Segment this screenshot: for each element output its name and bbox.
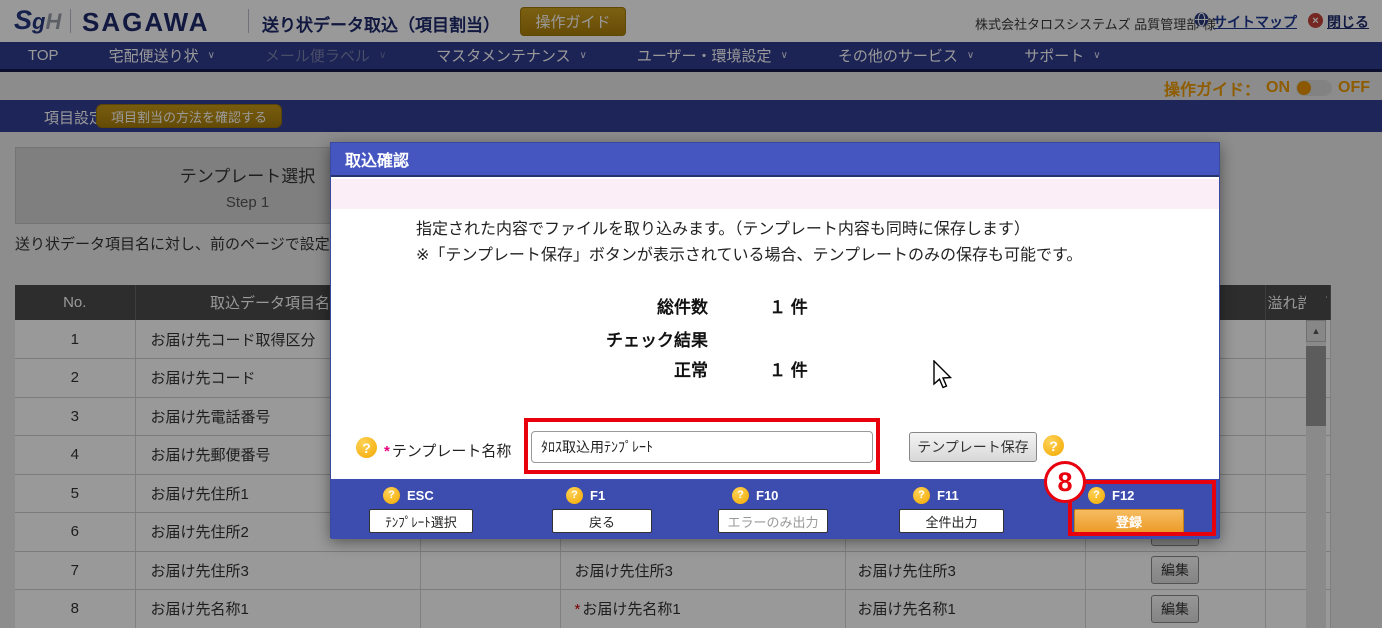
annotation-step-number: 8 — [1044, 461, 1086, 503]
help-icon[interactable]: ? — [913, 487, 930, 504]
function-key-group: ? F12 登録 — [1074, 484, 1184, 533]
dialog-message-strip — [331, 179, 1219, 209]
dialog-title: 取込確認 — [331, 143, 1219, 177]
required-asterisk: * — [384, 443, 390, 460]
footer-button-f10[interactable]: エラーのみ出力 — [718, 509, 828, 533]
help-icon[interactable]: ? — [732, 487, 749, 504]
function-key-label: F10 — [756, 488, 778, 503]
footer-button-f1[interactable]: 戻る — [552, 509, 652, 533]
function-key-label: ESC — [407, 488, 434, 503]
modal-footer: ? ESC ﾃﾝﾌﾟﾚｰﾄ選択? F1 戻る? F10 エラーのみ出力? F11 全件出力? F1… — [331, 479, 1219, 539]
footer-button-f12[interactable]: 登録 — [1074, 509, 1184, 533]
help-icon[interactable]: ? — [566, 487, 583, 504]
function-key-group: ? F1 戻る — [552, 484, 652, 533]
footer-button-esc[interactable]: ﾃﾝﾌﾟﾚｰﾄ選択 — [369, 509, 473, 533]
help-icon[interactable]: ? — [356, 437, 377, 458]
help-icon[interactable]: ? — [383, 487, 400, 504]
save-template-button[interactable]: テンプレート保存 — [909, 432, 1037, 462]
footer-button-f11[interactable]: 全件出力 — [899, 509, 1004, 533]
template-name-label: *テンプレート名称 — [384, 440, 511, 461]
normal-count-value: １ 件 — [769, 356, 808, 381]
function-key-label: F11 — [937, 488, 959, 503]
help-icon[interactable]: ? — [1088, 487, 1105, 504]
function-key-group: ? F11 全件出力 — [899, 484, 1004, 533]
function-key-group: ? F10 エラーのみ出力 — [718, 484, 828, 533]
help-icon[interactable]: ? — [1043, 435, 1064, 456]
dialog-message-line2: ※「テンプレート保存」ボタンが表示されている場合、テンプレートのみの保存も可能で… — [416, 241, 1082, 265]
function-key-label: F1 — [590, 488, 605, 503]
total-count-value: １ 件 — [769, 293, 808, 318]
function-key-group: ? ESC ﾃﾝﾌﾟﾚｰﾄ選択 — [369, 484, 473, 533]
normal-count-label: 正常 — [488, 356, 708, 381]
app-screen: SgH SAGAWA 送り状データ取込（項目割当） 操作ガイド 株式会社タロスシ… — [0, 0, 1382, 628]
import-confirm-dialog: 取込確認 指定された内容でファイルを取り込みます。（テンプレート内容も同時に保存… — [330, 142, 1220, 538]
dialog-message-line1: 指定された内容でファイルを取り込みます。（テンプレート内容も同時に保存します） — [416, 215, 1030, 239]
total-count-label: 総件数 — [488, 293, 708, 318]
template-name-input[interactable] — [531, 431, 873, 463]
function-key-label: F12 — [1112, 488, 1134, 503]
check-result-label: チェック結果 — [488, 326, 708, 351]
mouse-cursor — [932, 360, 954, 395]
